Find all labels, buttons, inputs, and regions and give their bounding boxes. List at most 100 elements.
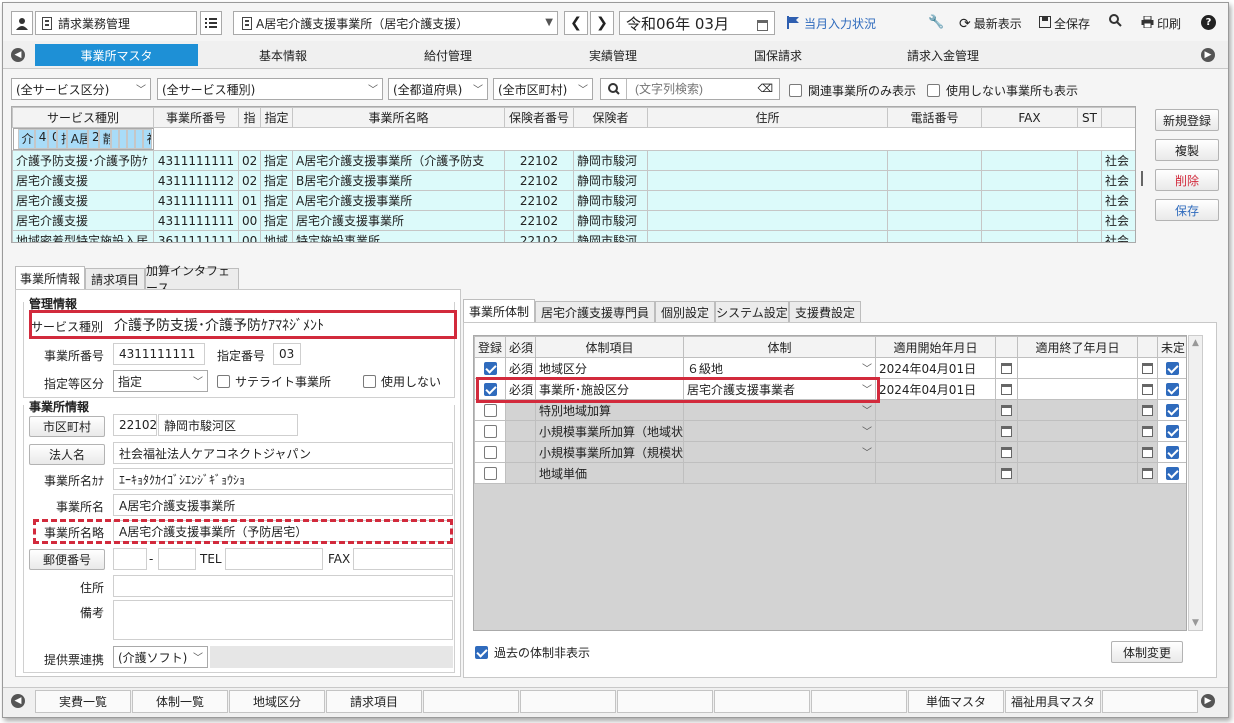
satellite-checkbox[interactable]: サテライト事業所 — [217, 373, 331, 390]
hide-past-checkbox[interactable]: 過去の体制非表示 — [475, 644, 590, 661]
unused-box[interactable] — [363, 375, 376, 388]
grid-splitter[interactable] — [1141, 171, 1143, 186]
bottom-button-7[interactable] — [714, 690, 810, 713]
show-unused-box[interactable] — [927, 84, 940, 97]
search-input[interactable] — [635, 82, 755, 96]
bottom-button-4[interactable] — [423, 690, 519, 713]
undecided-checkbox[interactable] — [1165, 424, 1179, 438]
end-calendar-cell[interactable] — [1137, 420, 1158, 442]
tab-addition-interface[interactable]: 加算インタフェース — [145, 264, 239, 295]
bottom-button-1[interactable]: 体制一覧 — [132, 690, 228, 713]
grid-header[interactable]: 住所 — [647, 107, 888, 128]
end-calendar-cell[interactable] — [1137, 462, 1158, 484]
calendar-icon[interactable] — [1142, 446, 1153, 458]
calendar-icon[interactable] — [1142, 404, 1153, 416]
table-row[interactable]: 居宅介護支援 4311111111 00 指定 居宅介護支援事業所 22102 静岡市駿河 社… — [12, 210, 1135, 231]
table-row[interactable]: 地域密着型特定施設入居 3611111111 00 地域 特定施設事業所 22102 静岡市… — [12, 230, 1135, 242]
register-cell[interactable] — [474, 441, 506, 463]
register-checkbox[interactable] — [483, 361, 497, 375]
city-code-field[interactable]: 22102 — [113, 414, 157, 436]
postal-field-1[interactable] — [113, 548, 147, 570]
hide-past-box[interactable] — [475, 646, 488, 659]
kana-field[interactable]: ｴｰｷｮﾀｸｶｲｺﾞｼｴﾝｼﾞｷﾞｮｳｼｮ — [113, 468, 453, 490]
tab-individual[interactable]: 個別設定 — [655, 301, 715, 322]
corp-button[interactable]: 法人名 — [29, 444, 105, 465]
help-icon[interactable]: ? — [1201, 15, 1216, 30]
system-row[interactable]: 小規模事業所加算（規模状 ﹀ — [474, 441, 1186, 463]
system-row[interactable]: 小規模事業所加算（地域状 ﹀ — [474, 420, 1186, 442]
system-value-cell[interactable] — [683, 462, 876, 484]
user-icon[interactable] — [11, 11, 33, 35]
start-date-cell[interactable] — [875, 399, 996, 421]
grid-header[interactable]: サービス種別 — [12, 107, 154, 128]
delete-button[interactable]: 削除 — [1155, 169, 1219, 191]
chevron-down-icon[interactable]: ﹀ — [862, 423, 872, 438]
undecided-checkbox[interactable] — [1165, 382, 1179, 396]
copy-button[interactable]: 複製 — [1155, 139, 1219, 161]
register-cell[interactable] — [474, 357, 506, 379]
table-row[interactable]: 介護予防支援･介護予防ｹ 4311111111 02 指定 A居宅介護支援事業所（介護予… — [12, 150, 1135, 171]
system-row[interactable]: 地域単価 — [474, 462, 1186, 484]
bottom-button-11[interactable] — [1102, 690, 1198, 713]
designation-no-field[interactable]: 03 — [273, 343, 301, 365]
show-unused-checkbox[interactable]: 使用しない事業所も表示 — [927, 82, 1078, 99]
tab-office-info[interactable]: 事業所情報 — [15, 266, 85, 289]
calendar-icon[interactable] — [1001, 404, 1012, 416]
refresh-button[interactable]: ⟳ 最新表示 — [959, 15, 1022, 32]
start-calendar-cell[interactable] — [995, 399, 1018, 421]
tab-billing-payment[interactable]: 請求入金管理 — [863, 44, 1023, 66]
tab-care-managers[interactable]: 居宅介護支援専門員 — [535, 301, 655, 322]
tab-billing-items[interactable]: 請求項目 — [85, 268, 145, 289]
scroll-up-icon[interactable]: ▲ — [1189, 338, 1202, 348]
bottom-button-3[interactable]: 請求項目 — [326, 690, 422, 713]
calendar-icon[interactable] — [1142, 383, 1153, 395]
undecided-cell[interactable] — [1157, 357, 1186, 379]
tab-system[interactable]: 事業所体制 — [463, 299, 535, 322]
service-category-select[interactable]: (全サービス区分) ﹀ — [11, 78, 151, 100]
end-date-cell[interactable] — [1017, 420, 1138, 442]
scroll-down-icon[interactable]: ▼ — [1189, 618, 1202, 628]
bottom-button-9[interactable]: 単価マスタ — [908, 690, 1004, 713]
undecided-cell[interactable] — [1157, 420, 1186, 442]
tab-support-fee[interactable]: 支援費設定 — [789, 301, 861, 322]
end-date-cell[interactable] — [1017, 378, 1138, 400]
calendar-icon[interactable] — [1001, 362, 1012, 374]
fax-field[interactable] — [353, 548, 453, 570]
wrench-icon[interactable]: 🔧 — [928, 15, 944, 30]
end-date-cell[interactable] — [1017, 441, 1138, 463]
note-field[interactable] — [113, 600, 453, 640]
start-date-cell[interactable] — [875, 462, 996, 484]
search-icon[interactable] — [1109, 14, 1122, 30]
tab-basic-info[interactable]: 基本情報 — [203, 44, 363, 66]
grid-header[interactable]: FAX — [981, 107, 1078, 128]
calendar-icon[interactable] — [1142, 425, 1153, 437]
calendar-icon[interactable] — [1001, 383, 1012, 395]
nav-left-icon[interactable]: ◀ — [11, 48, 25, 62]
start-calendar-cell[interactable] — [995, 357, 1018, 379]
end-calendar-cell[interactable] — [1137, 399, 1158, 421]
start-date-cell[interactable]: 2024年04月01日 — [875, 378, 996, 400]
list-icon[interactable] — [200, 11, 222, 35]
bottom-left-icon[interactable]: ◀ — [11, 694, 25, 708]
end-date-cell[interactable] — [1017, 399, 1138, 421]
bottom-right-icon[interactable]: ▶ — [1201, 694, 1215, 708]
slip-select[interactable]: (介護ソフト) ﹀ — [113, 646, 208, 668]
bottom-button-8[interactable] — [811, 690, 907, 713]
system-value-cell[interactable]: ６級地 ﹀ — [683, 357, 876, 379]
search-icon[interactable] — [601, 79, 627, 99]
undecided-cell[interactable] — [1157, 441, 1186, 463]
system-value-cell[interactable]: ﹀ — [683, 420, 876, 442]
corp-field[interactable]: 社会福祉法人ケアコネクトジャパン — [113, 442, 453, 464]
grid-header[interactable]: ST — [1077, 107, 1102, 128]
satellite-box[interactable] — [217, 375, 230, 388]
bottom-button-5[interactable] — [520, 690, 616, 713]
register-cell[interactable] — [474, 462, 506, 484]
tab-performance[interactable]: 実績管理 — [533, 44, 693, 66]
tab-office-master[interactable]: 事業所マスタ — [35, 44, 198, 66]
register-checkbox[interactable] — [483, 403, 497, 417]
register-checkbox[interactable] — [483, 445, 497, 459]
end-calendar-cell[interactable] — [1137, 357, 1158, 379]
postal-button[interactable]: 郵便番号 — [29, 549, 105, 570]
table-row[interactable]: 居宅介護支援 4311111111 01 指定 A居宅介護支援事業所 22102 静岡市駿河… — [12, 190, 1135, 211]
table-row[interactable]: 居宅介護支援 4311111112 02 指定 B居宅介護支援事業所 22102 静岡市駿河… — [12, 170, 1135, 191]
